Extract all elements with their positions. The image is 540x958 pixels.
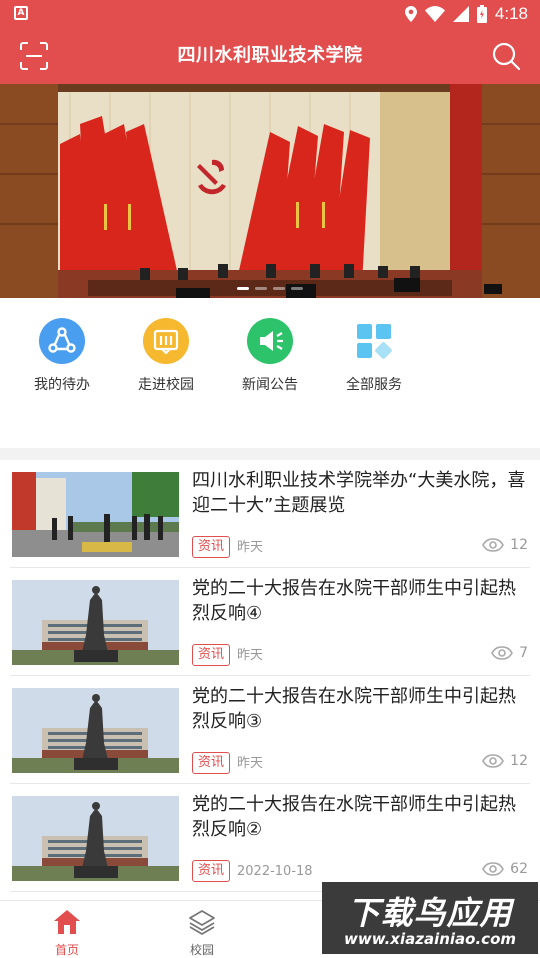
- news-date: 昨天: [237, 648, 264, 663]
- eye-icon: [482, 754, 505, 768]
- service-label: 全部服务: [346, 377, 402, 393]
- news-view-count: 7: [519, 645, 528, 661]
- news-views: 7: [491, 645, 528, 661]
- app-header: 四川水利职业技术学院: [0, 28, 540, 84]
- news-views: 12: [482, 537, 528, 553]
- news-thumbnail: [12, 472, 179, 557]
- status-icons: 4:18: [404, 3, 528, 25]
- service-label: 我的待办: [34, 377, 90, 393]
- wifi-icon: [424, 6, 445, 22]
- service-label: 走进校园: [138, 377, 194, 393]
- search-button[interactable]: [490, 40, 522, 72]
- grid-icon: [351, 318, 397, 364]
- carousel-dot[interactable]: [255, 287, 267, 290]
- news-thumbnail: [12, 688, 179, 773]
- notification-a-icon: A: [14, 6, 28, 20]
- news-title: 党的二十大报告在水院干部师生中引起热烈反响②: [192, 794, 516, 840]
- status-bar: A 4:18: [0, 0, 540, 28]
- news-view-count: 12: [510, 537, 528, 553]
- watermark-title: 下载鸟应用: [347, 894, 513, 932]
- eye-icon: [482, 538, 505, 552]
- service-news[interactable]: 新闻公告: [218, 318, 322, 394]
- carousel-indicators: [0, 287, 540, 290]
- news-item[interactable]: 党的二十大报告在水院干部师生中引起热烈反响③ 资讯 昨天 12: [10, 676, 530, 784]
- news-view-count: 62: [510, 861, 528, 877]
- search-icon: [492, 42, 521, 71]
- carousel-dot[interactable]: [237, 287, 249, 290]
- news-thumbnail: [12, 796, 179, 881]
- tab-label: 首页: [54, 943, 79, 957]
- home-icon: [54, 910, 80, 934]
- share-nodes-icon: [39, 318, 85, 364]
- tab-campus[interactable]: 校园: [162, 909, 242, 958]
- quick-services: 我的待办 走进校园 新闻公告 全部服务: [0, 298, 540, 448]
- carousel-dot[interactable]: [291, 287, 303, 290]
- news-title: 四川水利职业技术学院举办“大美水院，喜迎二十大”主题展览: [192, 470, 526, 516]
- news-views: 12: [482, 753, 528, 769]
- news-tag: 资讯: [192, 752, 231, 774]
- news-title: 党的二十大报告在水院干部师生中引起热烈反响③: [192, 686, 516, 732]
- news-item[interactable]: 党的二十大报告在水院干部师生中引起热烈反响④ 资讯 昨天 7: [10, 568, 530, 676]
- news-date: 昨天: [237, 540, 264, 555]
- news-view-count: 12: [510, 753, 528, 769]
- banner-carousel[interactable]: [0, 84, 540, 298]
- news-date: 昨天: [237, 756, 264, 771]
- battery-icon: [476, 5, 487, 23]
- news-thumbnail: [12, 580, 179, 665]
- news-item[interactable]: 党的二十大报告在水院干部师生中引起热烈反响② 资讯 2022-10-18 62: [10, 784, 530, 892]
- megaphone-icon: [247, 318, 293, 364]
- service-campus[interactable]: 走进校园: [114, 318, 218, 394]
- tab-label: 校园: [189, 943, 214, 957]
- news-tag: 资讯: [192, 860, 231, 882]
- watermark-overlay: 下载鸟应用 www.xiazainiao.com: [322, 882, 538, 954]
- carousel-dot[interactable]: [273, 287, 285, 290]
- news-views: 62: [482, 861, 528, 877]
- banner-image: [0, 84, 540, 298]
- layers-icon: [189, 910, 215, 935]
- signal-icon: [452, 6, 469, 22]
- book-icon: [143, 318, 189, 364]
- news-date: 2022-10-18: [237, 864, 313, 879]
- eye-icon: [482, 862, 505, 876]
- news-item[interactable]: 四川水利职业技术学院举办“大美水院，喜迎二十大”主题展览 资讯 昨天 12: [10, 460, 530, 568]
- tab-home[interactable]: 首页: [27, 909, 107, 958]
- location-icon: [404, 6, 417, 22]
- clock: 4:18: [494, 4, 528, 23]
- page-title: 四川水利职业技术学院: [177, 45, 363, 66]
- service-all[interactable]: 全部服务: [322, 318, 426, 394]
- eye-icon: [491, 646, 514, 660]
- service-label: 新闻公告: [242, 377, 298, 393]
- news-tag: 资讯: [192, 644, 231, 666]
- section-divider: [0, 448, 540, 460]
- watermark-url: www.xiazainiao.com: [343, 930, 517, 948]
- service-my-todo[interactable]: 我的待办: [10, 318, 114, 394]
- news-tag: 资讯: [192, 536, 231, 558]
- news-title: 党的二十大报告在水院干部师生中引起热烈反响④: [192, 578, 516, 624]
